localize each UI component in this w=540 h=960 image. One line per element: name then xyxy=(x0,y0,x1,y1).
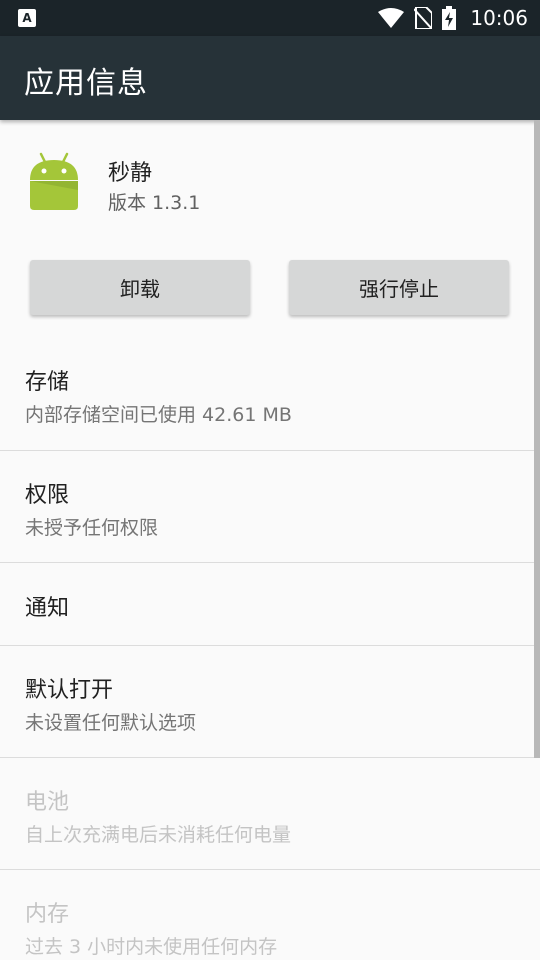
row-title: 存储 xyxy=(25,370,70,395)
row-permissions[interactable]: 权限 未授予任何权限 xyxy=(0,451,540,562)
row-title: 内存 xyxy=(25,902,70,927)
battery-charging-icon xyxy=(442,6,457,30)
no-sim-icon xyxy=(414,7,433,29)
status-bar: A 10:06 xyxy=(0,0,540,36)
row-title: 通知 xyxy=(25,596,70,621)
row-battery: 电池 自上次充满电后未消耗任何电量 xyxy=(0,758,540,869)
row-subtitle: 过去 3 小时内未使用任何内存 xyxy=(25,936,278,958)
scrollbar[interactable] xyxy=(534,120,540,758)
status-icons: 10:06 xyxy=(378,6,528,30)
row-subtitle: 内部存储空间已使用 42.61 MB xyxy=(25,404,292,426)
row-title: 默认打开 xyxy=(25,678,114,703)
android-icon xyxy=(30,152,78,210)
wifi-icon xyxy=(378,8,405,28)
row-title: 电池 xyxy=(25,790,70,815)
app-name: 秒静 xyxy=(108,161,153,186)
row-subtitle: 未设置任何默认选项 xyxy=(25,712,197,734)
row-notifications[interactable]: 通知 xyxy=(0,563,540,645)
app-header: 秒静 版本 1.3.1 xyxy=(0,120,540,250)
page-title: 应用信息 xyxy=(24,66,148,101)
row-title: 权限 xyxy=(25,483,70,508)
row-subtitle: 未授予任何权限 xyxy=(25,517,159,539)
app-info-content: 秒静 版本 1.3.1 卸载 强行停止 存储 内部存储空间已使用 42.61 M… xyxy=(0,120,540,960)
notification-icon-label: A xyxy=(22,11,32,25)
row-storage[interactable]: 存储 内部存储空间已使用 42.61 MB xyxy=(0,338,540,450)
row-memory: 内存 过去 3 小时内未使用任何内存 xyxy=(0,870,540,960)
accessibility-notification-icon: A xyxy=(18,9,36,27)
force-stop-button[interactable]: 强行停止 xyxy=(289,260,509,315)
row-subtitle: 自上次充满电后未消耗任何电量 xyxy=(25,824,292,846)
uninstall-button[interactable]: 卸载 xyxy=(30,260,250,315)
app-bar: 应用信息 xyxy=(0,36,540,120)
app-version: 版本 1.3.1 xyxy=(108,192,201,214)
row-open-by-default[interactable]: 默认打开 未设置任何默认选项 xyxy=(0,646,540,757)
clock: 10:06 xyxy=(470,6,528,30)
